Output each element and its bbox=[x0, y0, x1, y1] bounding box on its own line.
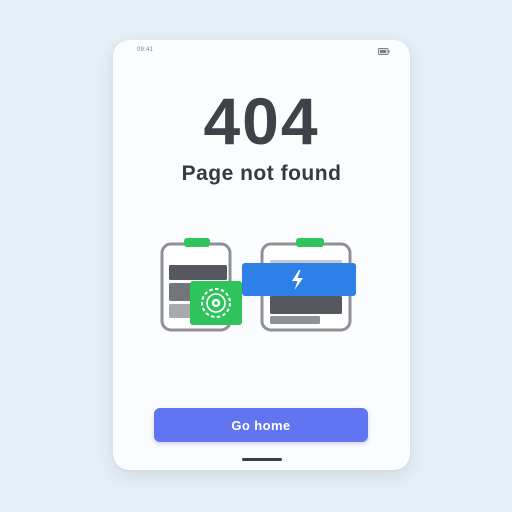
lightning-card-icon bbox=[242, 263, 356, 296]
error-code: 404 bbox=[203, 84, 320, 158]
battery-icon bbox=[378, 48, 390, 55]
phone-frame: 09:41 404 Page not found Go home bbox=[113, 40, 410, 470]
home-indicator-bar[interactable] bbox=[242, 458, 282, 461]
status-time: 09:41 bbox=[137, 47, 154, 53]
go-home-button[interactable]: Go home bbox=[154, 408, 368, 442]
error-message: Page not found bbox=[181, 162, 342, 185]
screen-background: 09:41 404 Page not found Go home bbox=[0, 0, 512, 512]
settings-gear-icon bbox=[190, 281, 242, 325]
broken-device-illustration bbox=[160, 238, 356, 332]
